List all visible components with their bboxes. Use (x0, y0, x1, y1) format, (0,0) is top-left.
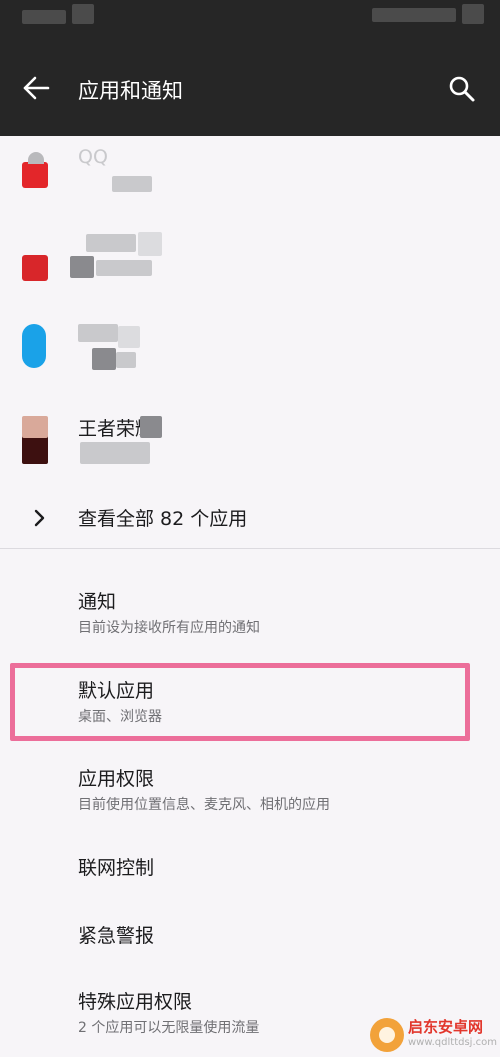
status-bar-time (22, 10, 66, 24)
setting-title: 紧急警报 (78, 925, 155, 947)
setting-subtitle: 目前使用位置信息、麦克风、相机的应用 (78, 797, 330, 813)
app-usage-redacted (92, 348, 116, 370)
app-name-redacted (78, 324, 118, 342)
back-arrow-icon (23, 76, 50, 100)
setting-title: 应用权限 (78, 768, 155, 790)
app-usage-redacted (96, 260, 152, 276)
recent-app-wangzhe[interactable]: 王者荣耀 (0, 394, 500, 480)
watermark-text: 启东安卓网 (408, 1018, 484, 1036)
app-icon (22, 324, 46, 368)
setting-title: 特殊应用权限 (78, 991, 193, 1013)
app-name-redacted (118, 326, 140, 348)
wangzhe-app-icon-top (22, 416, 48, 438)
recent-app-3[interactable] (0, 308, 500, 394)
page-title: 应用和通知 (78, 79, 183, 103)
search-icon (449, 76, 475, 102)
setting-subtitle: 2 个应用可以无限量使用流量 (78, 1020, 260, 1036)
app-icon (22, 255, 48, 281)
recent-app-2[interactable] (0, 222, 500, 308)
watermark-url: www.qdlttdsj.com (408, 1037, 497, 1048)
divider (0, 548, 500, 549)
qq-app-icon-blur (28, 152, 44, 164)
app-usage-redacted (116, 352, 136, 368)
app-name-redacted (86, 234, 136, 252)
setting-app-permissions[interactable]: 应用权限 目前使用位置信息、麦克风、相机的应用 (0, 752, 500, 822)
setting-title: 通知 (78, 591, 117, 613)
see-all-apps-button[interactable]: 查看全部 82 个应用 (0, 490, 500, 546)
app-name-redacted (138, 232, 162, 256)
setting-network-control[interactable]: 联网控制 (0, 836, 500, 898)
app-name: QQ (78, 146, 108, 168)
app-usage-redacted (70, 256, 94, 278)
watermark-logo-icon (370, 1018, 404, 1052)
search-button[interactable] (440, 68, 486, 108)
setting-emergency-alerts[interactable]: 紧急警报 (0, 904, 500, 966)
status-bar-notification-icon (72, 4, 94, 24)
app-usage-redacted (80, 442, 150, 464)
qq-app-icon (22, 162, 48, 188)
battery-icon (462, 4, 484, 24)
setting-subtitle: 桌面、浏览器 (78, 709, 162, 725)
see-all-apps-label: 查看全部 82 个应用 (78, 508, 248, 530)
setting-title: 联网控制 (78, 857, 155, 879)
setting-default-apps[interactable]: 默认应用 桌面、浏览器 (0, 664, 500, 740)
status-bar (0, 0, 500, 40)
watermark: 启东安卓网 www.qdlttdsj.com (370, 1016, 498, 1054)
recent-app-qq[interactable]: QQ (0, 136, 500, 222)
setting-notifications[interactable]: 通知 目前设为接收所有应用的通知 (0, 576, 500, 646)
app-name-redacted (140, 416, 162, 438)
back-button[interactable] (14, 68, 60, 108)
app-bar: 应用和通知 (0, 40, 500, 136)
status-bar-system-icons (372, 8, 456, 22)
app-usage-redacted (112, 176, 152, 192)
chevron-right-icon (34, 509, 45, 527)
setting-subtitle: 目前设为接收所有应用的通知 (78, 620, 260, 636)
setting-title: 默认应用 (78, 680, 155, 702)
